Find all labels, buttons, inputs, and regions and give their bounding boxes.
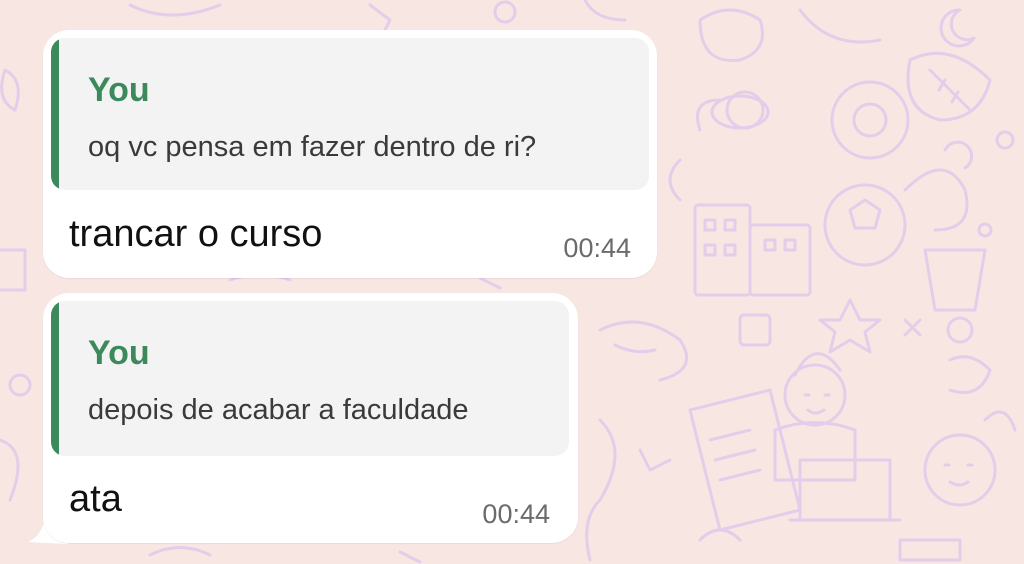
person-body-doodle — [773, 421, 857, 482]
blob-doodle — [903, 168, 969, 232]
edge-doodle-2 — [0, 248, 27, 292]
soccer-pattern-doodle — [848, 198, 882, 230]
face-features-doodle — [803, 393, 831, 415]
football-doodle — [906, 51, 992, 122]
curve-doodle — [668, 158, 682, 202]
bottom-doodle — [148, 546, 212, 557]
dot-doodle — [995, 130, 1015, 150]
edge-doodle-3 — [0, 438, 20, 502]
soccer-ball-doodle — [823, 183, 907, 267]
dot-doodle-2 — [977, 222, 993, 238]
quoted-text: oq vc pensa em fazer dentro de ri? — [88, 131, 537, 163]
building-doodle-2 — [748, 223, 812, 297]
quoted-text: depois de acabar a faculdade — [88, 394, 469, 426]
hook-doodle — [943, 140, 974, 170]
message-timestamp: 00:44 — [563, 233, 631, 263]
lifebuoy-doodle — [830, 80, 910, 160]
quote-accent-bar — [51, 301, 59, 456]
book-lines-doodle — [708, 428, 762, 482]
star-doodle — [818, 298, 882, 354]
book-doodle — [688, 388, 802, 532]
cloud-doodle — [698, 8, 764, 62]
message-text: trancar o curso — [69, 213, 323, 255]
leaf-doodle-2 — [585, 418, 617, 562]
baby-doodle — [923, 433, 997, 507]
quoted-reply[interactable]: You depois de acabar a faculdade — [51, 301, 569, 456]
quoted-reply[interactable]: You oq vc pensa em fazer dentro de ri? — [51, 38, 649, 190]
check-doodle — [638, 448, 672, 472]
baby-face-doodle — [943, 463, 974, 487]
bottom-doodle-2 — [398, 550, 422, 564]
building-doodle — [693, 203, 752, 297]
message-timestamp: 00:44 — [482, 499, 550, 529]
message-bubble[interactable]: You depois de acabar a faculdade ata 00:… — [43, 293, 578, 543]
lifebuoy-inner-doodle — [852, 102, 888, 138]
top-doodle-3 — [583, 0, 627, 22]
gap-doodle-2 — [478, 276, 502, 290]
sparkle-doodle — [903, 318, 922, 337]
drop-doodle — [948, 355, 992, 394]
edge-doodle — [0, 68, 20, 112]
top-dot-doodle — [493, 0, 517, 24]
arc-doodle — [698, 528, 742, 542]
ring-doodle — [946, 316, 974, 344]
swirl-doodle — [798, 8, 882, 44]
quote-accent-bar — [51, 38, 59, 190]
laptop-doodle — [798, 458, 892, 522]
message-bubble[interactable]: You oq vc pensa em fazer dentro de ri? t… — [43, 30, 657, 278]
arc-doodle-2 — [983, 410, 1017, 432]
moon-doodle — [939, 8, 976, 48]
message-text: ata — [69, 478, 122, 520]
quoted-author: You — [88, 71, 150, 109]
box-doodle — [898, 538, 962, 562]
square-doodle — [738, 313, 772, 347]
top-doodle — [128, 3, 222, 17]
edge-dot-doodle — [8, 373, 32, 397]
quoted-author: You — [88, 334, 150, 372]
pot-doodle — [923, 248, 987, 312]
croissant-line-doodle — [613, 343, 657, 354]
football-laces-doodle — [928, 68, 972, 112]
